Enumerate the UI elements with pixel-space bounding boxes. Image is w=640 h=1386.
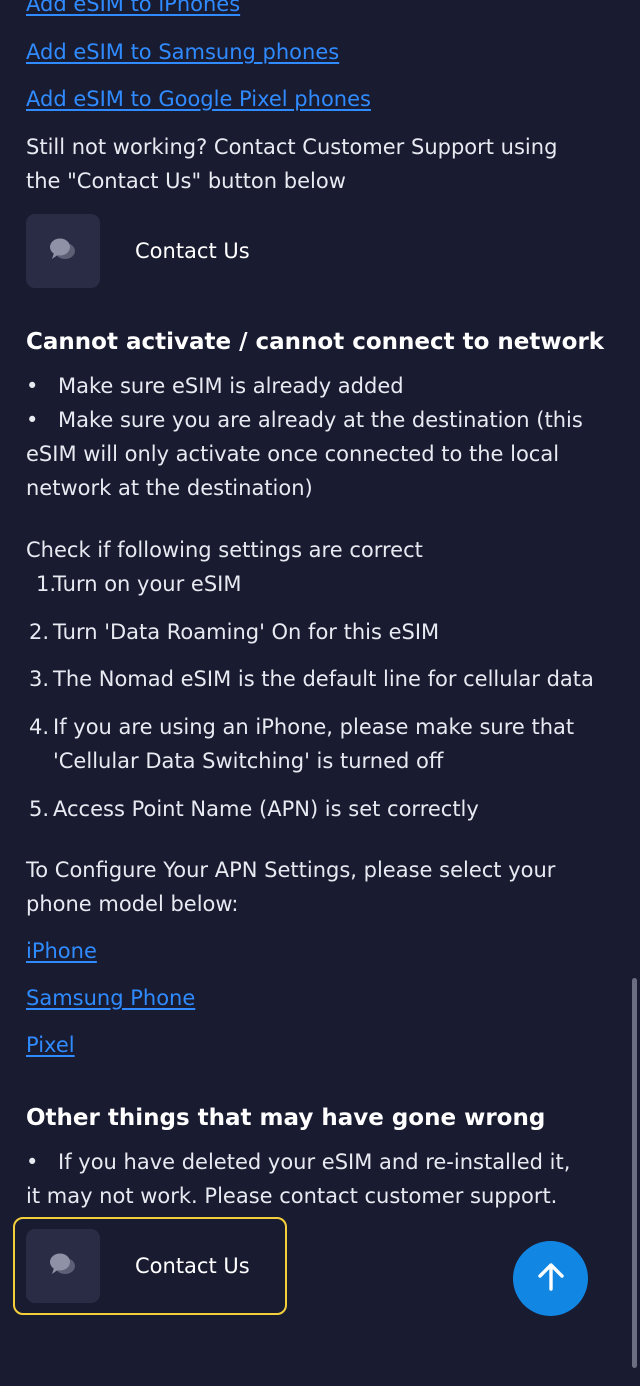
list-item: • If you have deleted your eSIM and re-in… — [26, 1145, 591, 1213]
bullet-text: Make sure you are already at the destina… — [26, 408, 583, 500]
contact-us-button[interactable]: Contact Us — [26, 214, 250, 288]
link-add-esim-samsung[interactable]: Add eSIM to Samsung phones — [26, 36, 339, 68]
list-item: • Make sure you are already at the destin… — [26, 403, 586, 505]
step-text: If you are using an iPhone, please make … — [53, 715, 575, 773]
step-text: The Nomad eSIM is the default line for c… — [53, 667, 594, 691]
link-apn-samsung[interactable]: Samsung Phone — [26, 982, 195, 1014]
bullet-dot: • — [26, 374, 39, 398]
scrollbar-thumb[interactable] — [632, 978, 637, 1368]
section-other-title: Other things that may have gone wrong — [26, 1105, 546, 1131]
contact-icon-box — [26, 1229, 100, 1303]
link-apn-iphone[interactable]: iPhone — [26, 935, 97, 967]
contact-us-button-focused[interactable]: Contact Us — [26, 1229, 250, 1303]
step-number: 4. — [29, 715, 50, 739]
list-item: 1. Turn on your eSIM — [26, 567, 623, 601]
step-text: Access Point Name (APN) is set correctly — [53, 797, 479, 821]
bullet-text: Make sure eSIM is already added — [58, 374, 404, 398]
chat-bubbles-icon — [48, 235, 78, 267]
list-item: 4. If you are using an iPhone, please mak… — [26, 710, 598, 778]
bullet-text: If you have deleted your eSIM and re-ins… — [26, 1150, 571, 1208]
apn-intro-text: To Configure Your APN Settings, please s… — [26, 858, 556, 916]
link-add-esim-pixel[interactable]: Add eSIM to Google Pixel phones — [26, 83, 371, 115]
step-number: 1. — [36, 572, 57, 596]
step-number: 2. — [29, 620, 50, 644]
link-add-esim-iphones[interactable]: Add eSIM to iPhones — [26, 0, 240, 20]
list-item: 2. Turn 'Data Roaming' On for this eSIM — [26, 615, 623, 649]
contact-us-label: Contact Us — [135, 239, 250, 263]
step-text: Turn on your eSIM — [53, 572, 242, 596]
scroll-to-top-button[interactable] — [513, 1241, 588, 1316]
contact-us-label: Contact Us — [135, 1254, 250, 1278]
list-item: • Make sure eSIM is already added — [26, 369, 596, 403]
chat-bubbles-icon — [48, 1250, 78, 1282]
step-number: 3. — [29, 667, 50, 691]
contact-icon-box — [26, 214, 100, 288]
arrow-up-icon — [535, 1261, 567, 1297]
still-not-working-text: Still not working? Contact Customer Supp… — [26, 135, 558, 193]
list-item: 3. The Nomad eSIM is the default line for… — [26, 662, 623, 696]
step-text: Turn 'Data Roaming' On for this eSIM — [53, 620, 440, 644]
link-apn-pixel[interactable]: Pixel — [26, 1029, 75, 1061]
step-number: 5. — [29, 797, 50, 821]
settings-intro-text: Check if following settings are correct — [26, 538, 423, 562]
bullet-dot: • — [26, 1150, 39, 1174]
list-item: 5. Access Point Name (APN) is set correct… — [26, 792, 623, 826]
section-activate-title: Cannot activate / cannot connect to netw… — [26, 329, 605, 355]
bullet-dot: • — [26, 408, 39, 432]
help-page: Add eSIM to iPhones Add eSIM to Samsung … — [0, 0, 640, 1386]
